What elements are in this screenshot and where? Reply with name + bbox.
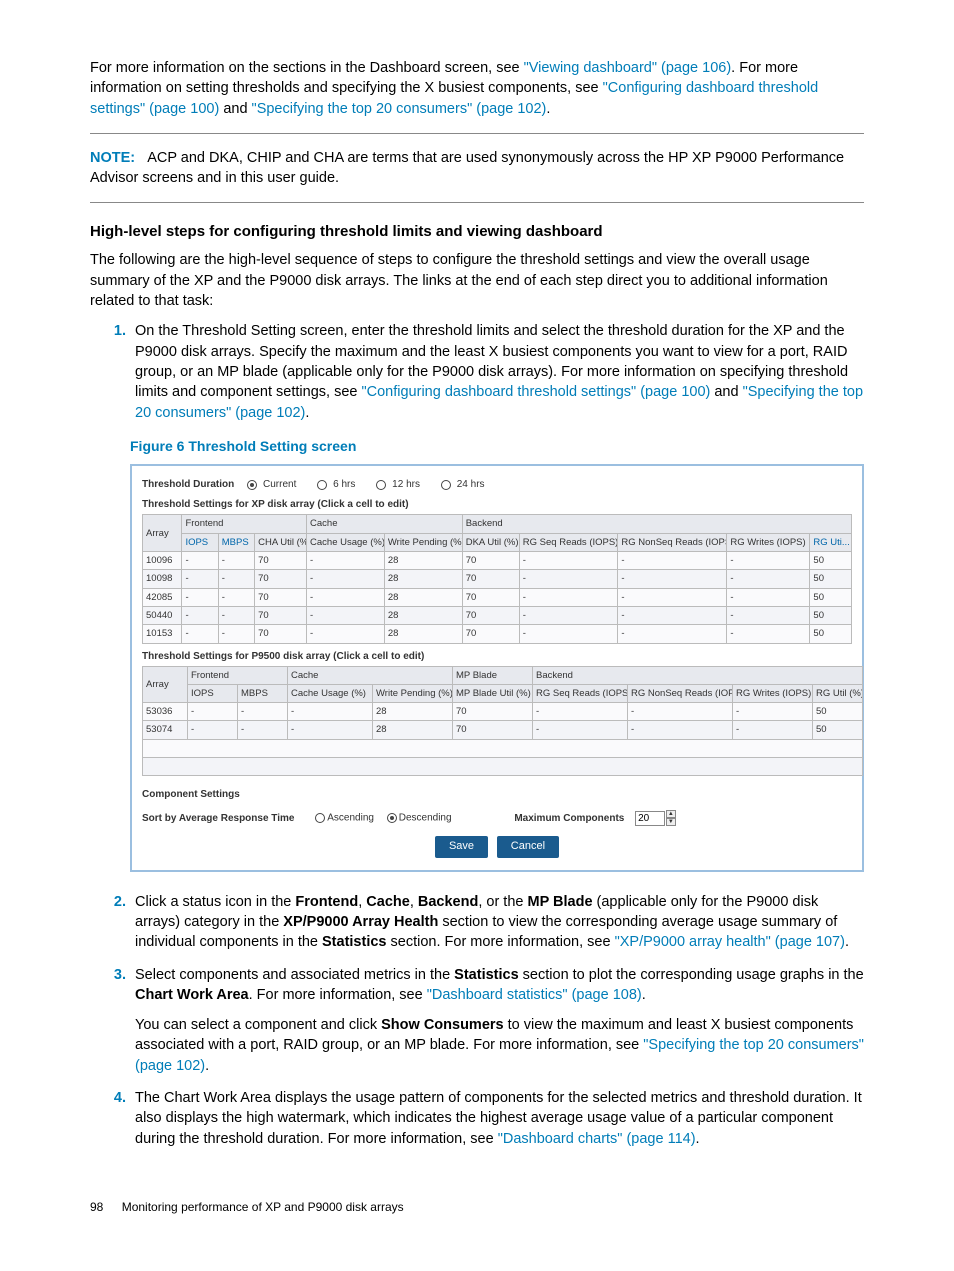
col-rg-seq[interactable]: RG Seq Reads (IOPS) [533, 684, 628, 702]
table-row[interactable]: 10096--70-2870---50 [143, 552, 852, 570]
group-frontend: Frontend [188, 666, 288, 684]
group-frontend: Frontend [182, 515, 307, 533]
group-mpblade: MP Blade [453, 666, 533, 684]
col-rg-seq[interactable]: RG Seq Reads (IOPS) [519, 533, 618, 551]
page-footer: 98 Monitoring performance of XP and P900… [90, 1199, 864, 1216]
col-mbps[interactable]: MBPS [238, 684, 288, 702]
save-button[interactable]: Save [435, 836, 488, 857]
col-write-pending[interactable]: Write Pending (%) [384, 533, 462, 551]
page-number: 98 [90, 1200, 103, 1214]
footer-title: Monitoring performance of XP and P9000 d… [122, 1200, 404, 1214]
col-mbps[interactable]: MBPS [218, 533, 254, 551]
step-2: Click a status icon in the Frontend, Cac… [130, 892, 864, 953]
radio-12hrs[interactable] [376, 480, 386, 490]
group-backend: Backend [462, 515, 851, 533]
step-4: The Chart Work Area displays the usage p… [130, 1088, 864, 1149]
step-3: Select components and associated metrics… [130, 965, 864, 1076]
note-paragraph: NOTE: ACP and DKA, CHIP and CHA are term… [90, 148, 864, 189]
max-components-stepper[interactable]: ▲▼ [666, 810, 676, 826]
link-viewing-dashboard[interactable]: "Viewing dashboard" (page 106) [524, 60, 732, 76]
link-dashboard-charts[interactable]: "Dashboard charts" (page 114) [498, 1131, 696, 1147]
figure-caption: Figure 6 Threshold Setting screen [130, 437, 864, 457]
table-row[interactable]: 10098--70-2870---50 [143, 570, 852, 588]
col-mpblade-util[interactable]: MP Blade Util (%) [453, 684, 533, 702]
col-iops[interactable]: IOPS [182, 533, 218, 551]
component-settings-label: Component Settings [142, 788, 852, 802]
col-cache-usage[interactable]: Cache Usage (%) [288, 684, 373, 702]
p9-table-caption: Threshold Settings for P9500 disk array … [142, 650, 852, 664]
table-row[interactable]: 50440--70-2870---50 [143, 606, 852, 624]
group-backend: Backend [533, 666, 863, 684]
col-rg-nonseq[interactable]: RG NonSeq Reads (IOPS) [618, 533, 727, 551]
intro-paragraph: For more information on the sections in … [90, 58, 864, 119]
col-cha[interactable]: CHA Util (%) [255, 533, 307, 551]
link-array-health[interactable]: "XP/P9000 array health" (page 107) [615, 934, 845, 950]
cancel-button[interactable]: Cancel [497, 836, 559, 857]
table-row[interactable]: 53074---2870---50 [143, 721, 863, 739]
link-dashboard-stats[interactable]: "Dashboard statistics" (page 108) [427, 987, 642, 1003]
col-rg-writes[interactable]: RG Writes (IOPS) [727, 533, 810, 551]
link-top20[interactable]: "Specifying the top 20 consumers" (page … [252, 101, 547, 117]
stepper-up-icon: ▲ [666, 810, 676, 818]
col-rg-writes[interactable]: RG Writes (IOPS) [733, 684, 813, 702]
radio-descending[interactable] [387, 813, 397, 823]
radio-ascending[interactable] [315, 813, 325, 823]
col-array: Array [143, 666, 188, 703]
step-1: On the Threshold Setting screen, enter t… [130, 321, 864, 422]
p9-threshold-table[interactable]: Array Frontend Cache MP Blade Backend IO… [142, 666, 863, 777]
max-components-input[interactable] [635, 811, 665, 826]
section-intro: The following are the high-level sequenc… [90, 250, 864, 311]
max-components-label: Maximum Components [514, 813, 624, 824]
divider [90, 133, 864, 134]
stepper-down-icon: ▼ [666, 818, 676, 826]
col-rg-util[interactable]: RG Util (%) [813, 684, 863, 702]
group-cache: Cache [307, 515, 463, 533]
radio-current[interactable] [247, 480, 257, 490]
table-row[interactable]: 10153--70-2870---50 [143, 625, 852, 643]
radio-24hrs[interactable] [441, 480, 451, 490]
col-rg-util[interactable]: RG Uti... [810, 533, 852, 551]
sort-label: Sort by Average Response Time [142, 813, 294, 824]
col-cache-usage[interactable]: Cache Usage (%) [307, 533, 385, 551]
table-row[interactable]: 42085--70-2870---50 [143, 588, 852, 606]
xp-threshold-table[interactable]: Array Frontend Cache Backend IOPS MBPS C… [142, 514, 852, 643]
col-dka[interactable]: DKA Util (%) [462, 533, 519, 551]
table-row[interactable]: 53036---2870---50 [143, 703, 863, 721]
threshold-duration-row: Threshold Duration Current 6 hrs 12 hrs … [142, 478, 852, 492]
col-rg-nonseq[interactable]: RG NonSeq Reads (IOPS) [628, 684, 733, 702]
figure-threshold-settings: Threshold Duration Current 6 hrs 12 hrs … [130, 464, 864, 871]
link-step1-config[interactable]: "Configuring dashboard threshold setting… [361, 384, 710, 400]
group-cache: Cache [288, 666, 453, 684]
radio-6hrs[interactable] [317, 480, 327, 490]
col-iops[interactable]: IOPS [188, 684, 238, 702]
section-heading: High-level steps for configuring thresho… [90, 221, 864, 242]
divider [90, 202, 864, 203]
xp-table-caption: Threshold Settings for XP disk array (Cl… [142, 498, 852, 512]
note-label: NOTE: [90, 150, 135, 166]
col-array: Array [143, 515, 182, 552]
threshold-duration-label: Threshold Duration [142, 479, 234, 490]
col-write-pending[interactable]: Write Pending (%) [373, 684, 453, 702]
